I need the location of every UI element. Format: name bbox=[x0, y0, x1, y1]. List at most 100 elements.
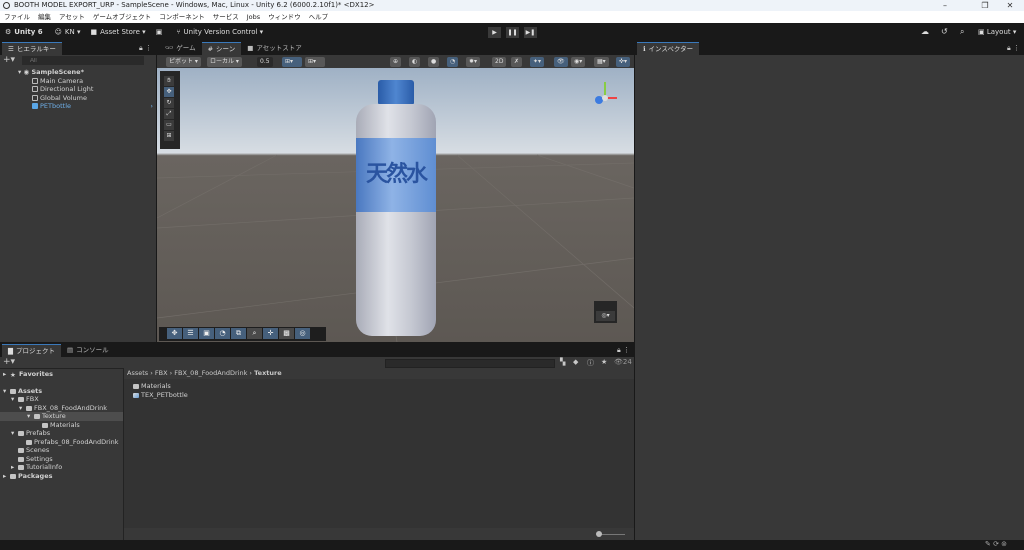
menu-assets[interactable]: アセット bbox=[59, 11, 85, 23]
local-dropdown[interactable]: ローカル ▾ bbox=[207, 57, 242, 67]
expand-arrow-icon[interactable]: ▸ bbox=[3, 370, 10, 379]
create-button[interactable]: +▾ bbox=[3, 357, 15, 367]
increment-snap-dropdown[interactable]: ⊞▾ bbox=[305, 57, 325, 67]
tree-item[interactable]: ▾ Prefabs bbox=[0, 429, 123, 438]
unity-account-button[interactable]: ⚙ Unity 6 bbox=[5, 28, 43, 36]
project-search-input[interactable] bbox=[385, 359, 555, 368]
tree-item[interactable]: ▸ Packages bbox=[0, 472, 123, 481]
gizmos-dropdown[interactable]: ✜▾ bbox=[616, 57, 631, 67]
transform-tool-icon[interactable]: ⊞ bbox=[164, 131, 174, 141]
lock-icon[interactable]: 🔒︎ ⋮ bbox=[139, 42, 152, 55]
chevron-right-icon[interactable]: › bbox=[150, 102, 153, 111]
orientation-gizmo[interactable] bbox=[585, 76, 625, 116]
menu-edit[interactable]: 編集 bbox=[38, 11, 51, 23]
tab-asset-store[interactable]: ■ アセットストア bbox=[241, 42, 308, 55]
snap-input[interactable]: 0.5 bbox=[257, 57, 273, 67]
tree-item[interactable]: ▾ Texture bbox=[0, 412, 123, 421]
breadcrumb-texture[interactable]: Texture bbox=[254, 369, 282, 377]
breadcrumb-assets[interactable]: Assets bbox=[127, 369, 148, 377]
hierarchy-search-input[interactable] bbox=[22, 56, 144, 65]
scale-tool-icon[interactable]: ⤢ bbox=[164, 109, 174, 119]
play-button[interactable]: ▶ bbox=[488, 27, 501, 38]
rotate-tool-icon[interactable]: ↻ bbox=[164, 98, 174, 108]
minimize-button[interactable]: – bbox=[930, 0, 960, 11]
asset-store-button[interactable]: ■ Asset Store ▾ bbox=[90, 28, 145, 36]
list-item[interactable]: Directional Light bbox=[0, 85, 156, 94]
slider-handle[interactable] bbox=[596, 531, 602, 537]
tree-item[interactable]: Settings bbox=[0, 455, 123, 464]
version-control-button[interactable]: ⑂ Unity Version Control ▾ bbox=[176, 28, 263, 36]
align-icon[interactable]: ☰ bbox=[183, 328, 198, 339]
cloud-icon[interactable]: ☁ bbox=[921, 27, 929, 36]
overlay-dropdown[interactable]: ▦▾ bbox=[594, 57, 609, 67]
pause-button[interactable]: ❚❚ bbox=[506, 27, 519, 38]
tree-item[interactable]: Prefabs_08_FoodAndDrink bbox=[0, 438, 123, 447]
shaded-icon[interactable]: ● bbox=[428, 57, 440, 67]
filter-label-icon[interactable]: ◆ bbox=[573, 358, 578, 366]
lighting-toggle[interactable]: ✗ bbox=[511, 57, 523, 67]
expand-arrow-icon[interactable]: ▾ bbox=[19, 404, 26, 413]
draw-mode-wireframe-icon[interactable]: ⊕ bbox=[390, 57, 402, 67]
zoom-icon[interactable]: ⌕ bbox=[247, 328, 262, 339]
tab-inspector[interactable]: ℹ インスペクター bbox=[637, 42, 700, 55]
scene-viewport[interactable]: 天然水 ✋︎ ✥ ↻ ⤢ ▭ ⊞ ◎▾ ✥ ☰ ▣ ◔ ⧉ ⌕ ✛ ▩ ◎ bbox=[157, 68, 634, 342]
file-item[interactable]: Materials bbox=[133, 382, 634, 391]
tab-project[interactable]: ▇ プロジェクト bbox=[2, 344, 61, 357]
grid-snap-dropdown[interactable]: ⊞▾ bbox=[282, 57, 302, 67]
tree-item[interactable]: ▾ FBX_08_FoodAndDrink bbox=[0, 404, 123, 413]
list-item[interactable]: Global Volume bbox=[0, 94, 156, 103]
tree-item[interactable]: ▸ TutorialInfo bbox=[0, 463, 123, 472]
scene-item[interactable]: ▾ ◉ SampleScene* bbox=[0, 68, 156, 77]
filter-type-icon[interactable]: ▚ bbox=[560, 358, 565, 366]
step-button[interactable]: ▶❚ bbox=[524, 27, 537, 38]
info-icon[interactable]: ⓘ bbox=[587, 358, 594, 368]
move-tool-icon[interactable]: ✥ bbox=[164, 87, 174, 97]
menu-file[interactable]: ファイル bbox=[4, 11, 30, 23]
expand-arrow-icon[interactable]: ▾ bbox=[27, 412, 34, 421]
expand-arrow-icon[interactable]: ▾ bbox=[11, 395, 18, 404]
menu-window[interactable]: ウィンドウ bbox=[268, 11, 301, 23]
frame-icon[interactable]: ▣ bbox=[199, 328, 214, 339]
expand-arrow-icon[interactable]: ▸ bbox=[3, 472, 10, 481]
tab-console[interactable]: ▤ コンソール bbox=[61, 344, 115, 357]
snap-icon[interactable]: ▩ bbox=[279, 328, 294, 339]
list-item[interactable]: PETbottle › bbox=[0, 102, 156, 111]
history-icon[interactable]: ↺ bbox=[941, 27, 948, 36]
menu-services[interactable]: サービス bbox=[213, 11, 239, 23]
pivot-dropdown[interactable]: ピボット ▾ bbox=[166, 57, 201, 67]
favorite-star-icon[interactable]: ★ bbox=[601, 358, 607, 366]
tree-item[interactable]: ▸ ★ Favorites bbox=[0, 370, 123, 379]
expand-arrow-icon[interactable]: ▾ bbox=[3, 387, 10, 396]
layout-dropdown[interactable]: ▣ Layout ▾ bbox=[978, 28, 1016, 36]
rect-tool-icon[interactable]: ▭ bbox=[164, 120, 174, 130]
tree-item[interactable]: ▾ FBX bbox=[0, 395, 123, 404]
file-item[interactable]: TEX_PETbottle bbox=[133, 391, 634, 400]
menu-help[interactable]: ヘルプ bbox=[309, 11, 329, 23]
layers-icon[interactable]: ⧉ bbox=[231, 328, 246, 339]
package-button[interactable]: ▣ bbox=[156, 28, 163, 36]
add-button[interactable]: +▾ bbox=[3, 55, 15, 65]
lock-icon[interactable]: 🔒︎ ⋮ bbox=[1007, 42, 1020, 55]
close-button[interactable]: ✕ bbox=[995, 0, 1024, 11]
camera-settings-dropdown[interactable]: ◎▾ bbox=[596, 311, 615, 321]
tree-item[interactable]: Materials bbox=[0, 421, 123, 430]
tree-item[interactable]: Scenes bbox=[0, 446, 123, 455]
hand-tool-icon[interactable]: ✋︎ bbox=[164, 76, 174, 86]
effects-dropdown[interactable]: ✦▾ bbox=[530, 57, 545, 67]
debug-draw-dropdown[interactable]: ✹▾ bbox=[466, 57, 481, 67]
lock-icon[interactable]: 🔒︎ ⋮ bbox=[617, 344, 630, 357]
visibility-toggle[interactable]: 👁︎ bbox=[554, 57, 568, 67]
menu-jobs[interactable]: Jobs bbox=[247, 11, 260, 23]
menu-component[interactable]: コンポーネント bbox=[159, 11, 205, 23]
pan-icon[interactable]: ✛ bbox=[263, 328, 278, 339]
account-button[interactable]: ☺ KN ▾ bbox=[55, 28, 81, 36]
search-icon[interactable]: ⌕ bbox=[960, 27, 964, 37]
tab-hierarchy[interactable]: ☰ ヒエラルキー bbox=[2, 42, 62, 55]
breadcrumb-fbx-food[interactable]: FBX_08_FoodAndDrink bbox=[174, 369, 247, 377]
list-item[interactable]: Main Camera bbox=[0, 77, 156, 86]
breadcrumb-fbx[interactable]: FBX bbox=[155, 369, 168, 377]
menu-gameobject[interactable]: ゲームオブジェクト bbox=[93, 11, 151, 23]
hidden-count[interactable]: 👁︎24 bbox=[614, 358, 632, 366]
status-icons[interactable]: ✎ ⟳ ⊚ bbox=[985, 540, 1007, 548]
tab-game[interactable]: 👓︎ ゲーム bbox=[159, 42, 202, 55]
